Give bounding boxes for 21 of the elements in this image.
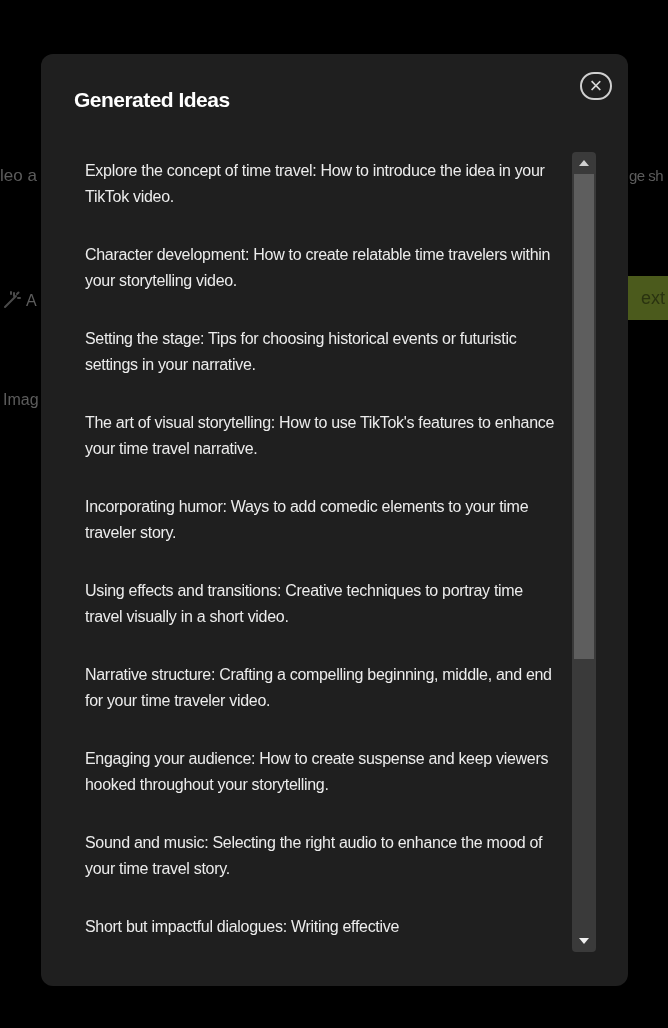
- idea-text: The art of visual storytelling: How to use TikTok's features to enhance your time travel narrative.: [85, 413, 556, 459]
- idea-text: Sound and music: Selecting the right audio to enhance the mood of your time travel story.: [85, 833, 544, 879]
- background-text: A: [26, 291, 37, 311]
- dialog-title: Generated Ideas: [74, 87, 230, 113]
- magic-wand-icon: [2, 290, 22, 310]
- background-text: Imag: [3, 390, 39, 410]
- scroll-down-icon[interactable]: [579, 938, 589, 944]
- idea-text: Character development: How to create relatable time travelers within your storytelling video.: [85, 245, 552, 291]
- scrollbar-thumb[interactable]: [574, 174, 594, 659]
- background-text: leo a: [0, 165, 37, 187]
- scrollbar[interactable]: [572, 152, 596, 952]
- idea-text: Engaging your audience: How to create suspense and keep viewers hooked throughout your storytelling.: [85, 749, 550, 795]
- idea-text: Narrative structure: Crafting a compelling beginning, middle, and end for your time traveler video.: [85, 665, 553, 711]
- idea-text: Explore the concept of time travel: How to introduce the idea in your TikTok video.: [85, 161, 546, 207]
- idea-text: Short but impactful dialogues: Writing effective: [85, 917, 401, 937]
- scroll-up-icon[interactable]: [579, 160, 589, 166]
- idea-text: Setting the stage: Tips for choosing historical events or futuristic settings in your narrative.: [85, 329, 518, 375]
- idea-text: Using effects and transitions: Creative techniques to portray time travel visually in a short video.: [85, 581, 524, 627]
- idea-text: Incorporating humor: Ways to add comedic elements to your time traveler story.: [85, 497, 530, 543]
- background-text: ge sh: [629, 166, 664, 186]
- close-button[interactable]: ×: [580, 72, 612, 100]
